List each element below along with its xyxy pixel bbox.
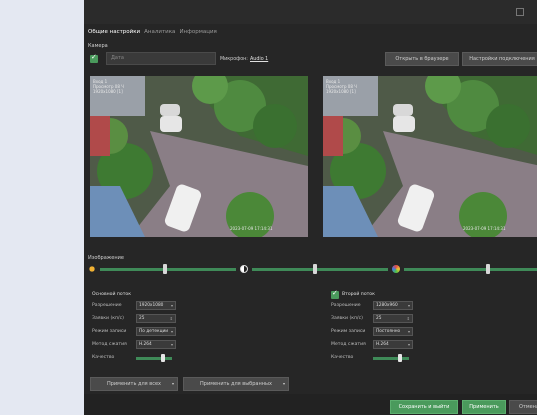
primary-row-label: Заявки (кп/с) [92,316,124,321]
secondary-quality-knob[interactable] [398,354,402,362]
camera-name-input[interactable]: Дата [106,52,216,65]
cancel-button[interactable]: Отмена [509,400,537,414]
apply-all-button[interactable]: Применить для всех ▾ [90,377,178,391]
overlay-timestamp: 2023-07-09 17:14:31 [463,226,506,231]
brightness-slider[interactable] [100,268,236,271]
primary-row-label: Режим записи [92,329,127,334]
camera-preview-main: Вход 1 Просмотр 08 Ч 1920x1080 [1] 2023-… [90,76,308,237]
contrast-slider-knob[interactable] [312,264,317,274]
secondary-row-label: Метод сжатия [331,342,366,347]
camera-image [90,76,308,237]
secondary-record-mode-select[interactable]: Постоянно ▾ [373,327,413,336]
saturation-slider[interactable] [404,268,537,271]
secondary-row-label: Режим записи [331,329,366,334]
overlay-line: 1920x1080 [1] [93,89,123,94]
contrast-icon [240,265,248,273]
primary-record-mode-select[interactable]: По детекции ▾ [136,327,176,336]
settings-window: Общие настройки Аналитика Информация Кам… [84,0,537,415]
tab-analytics[interactable]: Аналитика [144,29,175,39]
secondary-fps-stepper[interactable]: 25 ⇕ [373,314,413,323]
open-browser-button[interactable]: Открыть в браузере [385,52,459,66]
save-and-exit-button[interactable]: Сохранить и выйти [390,400,458,414]
primary-row-label: Метод сжатия [92,342,127,347]
tab-general[interactable]: Общие настройки [88,29,140,39]
secondary-row-label: Разрешение [331,303,361,308]
secondary-stream-title: Второй поток [342,292,375,297]
microphone-link[interactable]: Audio 1 [250,57,268,62]
connection-settings-button[interactable]: Настройки подключения [462,52,537,66]
camera-preview-secondary: Вход 1 Просмотр 08 Ч 1920x1080 [1] 2023-… [323,76,537,237]
primary-row-label: Качество [92,355,115,360]
microphone-label: Микрофон: [220,57,248,62]
brightness-slider-knob[interactable] [163,264,168,274]
secondary-codec-select[interactable]: H.264 ▾ [373,340,413,349]
apply-selected-button[interactable]: Применить для выбранных ▾ [183,377,289,391]
primary-fps-stepper[interactable]: 25 ⇕ [136,314,176,323]
overlay-line: 1920x1080 [1] [326,89,356,94]
saturation-slider-knob[interactable] [485,264,490,274]
secondary-quality-slider[interactable] [373,357,409,360]
camera-enabled-checkbox[interactable] [90,53,98,63]
secondary-resolution-select[interactable]: 1280x960 ▾ [373,301,413,310]
camera-image [323,76,537,237]
primary-stream-title: Основной поток [92,292,131,297]
secondary-stream-checkbox[interactable] [331,289,339,299]
primary-quality-slider[interactable] [136,357,172,360]
primary-codec-select[interactable]: H.264 ▾ [136,340,176,349]
title-bar [84,0,537,24]
overlay-timestamp: 2023-07-09 17:14:31 [230,226,273,231]
primary-quality-knob[interactable] [161,354,165,362]
primary-row-label: Разрешение [92,303,122,308]
image-section-label: Изображение [88,255,124,261]
maximize-icon[interactable] [516,8,524,16]
contrast-slider[interactable] [252,268,388,271]
secondary-row-label: Заявки (кп/с) [331,316,363,321]
brightness-icon [88,265,96,273]
saturation-icon [392,265,400,273]
apply-button[interactable]: Применить [462,400,506,414]
primary-resolution-select[interactable]: 1920x1080 ▾ [136,301,176,310]
camera-section-label: Камера [88,43,108,49]
tab-info[interactable]: Информация [179,29,216,39]
tab-bar: Общие настройки Аналитика Информация [88,29,217,39]
secondary-row-label: Качество [331,355,354,360]
